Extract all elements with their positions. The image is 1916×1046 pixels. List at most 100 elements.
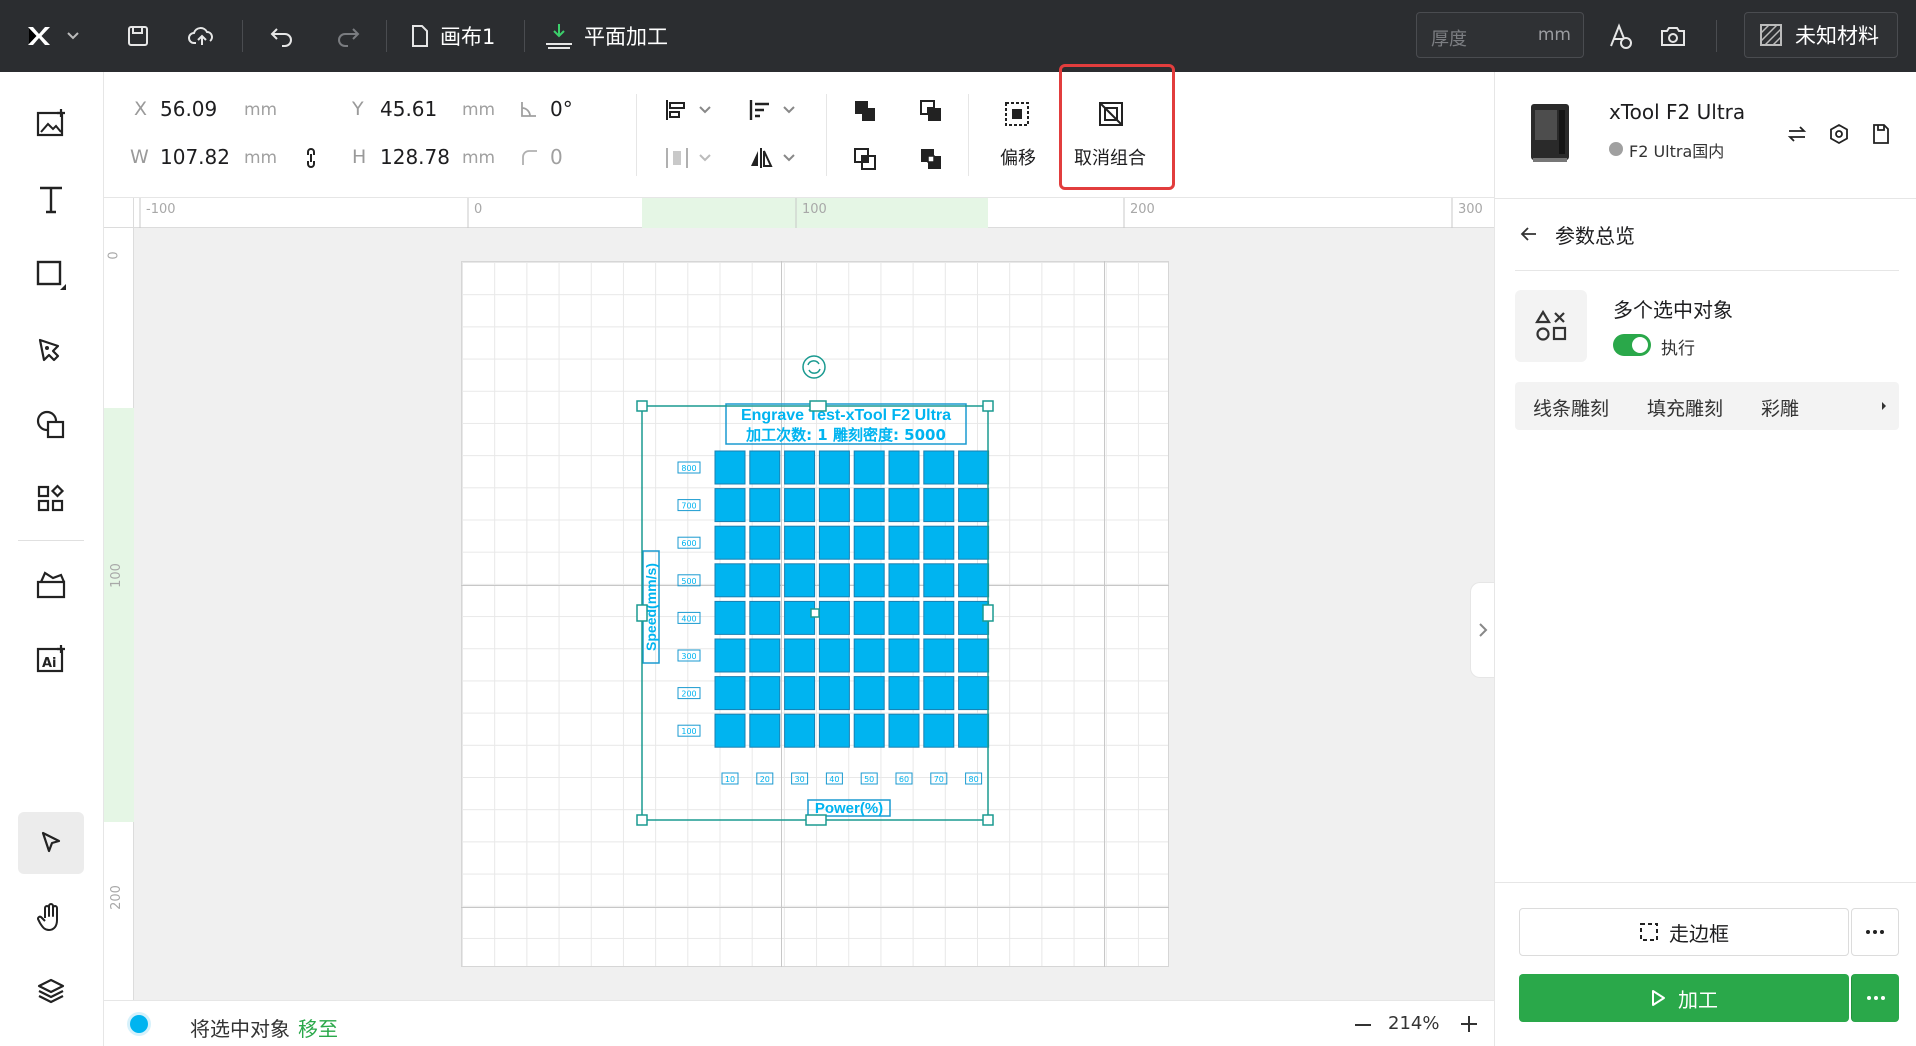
processing-mode-button[interactable]: 平面加工 [544,18,668,54]
grid-apps-icon [37,484,65,512]
flip-dropdown[interactable] [742,144,802,172]
select-tool[interactable] [18,812,84,874]
test-cell [923,676,955,711]
x-unit: mm [244,100,278,120]
align-dropdown[interactable] [658,96,718,124]
test-cell [784,450,816,485]
x-value-input[interactable]: 56.09 [160,97,217,121]
insert-image-tool[interactable] [18,92,84,154]
device-settings-button[interactable] [1827,122,1851,146]
width-input[interactable]: 107.82 [160,145,230,169]
text-tool[interactable] [18,168,84,230]
thickness-input[interactable]: 厚度 mm [1416,12,1584,58]
element-library-tool[interactable] [18,394,84,456]
subtract-icon [920,100,941,121]
engrave-test-design[interactable]: 800 700 600 500 400 300 200 100 10 20 30 40 50 60 70 8… [104,198,1494,1000]
height-input[interactable]: 128.78 [380,145,450,169]
test-cell [853,600,885,635]
test-grid-cells [714,450,990,748]
arrow-left-icon [1520,227,1536,241]
hand-tool[interactable] [18,886,84,948]
flip-icon [751,148,773,168]
test-cell [888,488,920,523]
save-button[interactable] [118,18,158,54]
distribute-dropdown[interactable] [742,96,802,124]
rotation-input[interactable]: 0° [550,97,573,121]
intersect-button[interactable] [848,144,882,174]
test-cell [888,450,920,485]
test-cell [853,638,885,673]
power-label: 40 [829,775,839,784]
execute-toggle[interactable] [1613,334,1651,356]
process-more-button[interactable] [1851,974,1899,1022]
cursor-arrow-icon [41,831,61,853]
layers-tool[interactable] [18,960,84,1022]
back-button[interactable] [1517,222,1541,246]
process-button[interactable]: 加工 [1519,974,1849,1022]
collapse-panel-button[interactable] [1470,582,1494,678]
ai-tool[interactable]: Ai [18,628,84,690]
tabs-scroll-right[interactable] [1877,398,1891,414]
hand-icon [37,903,58,931]
pen-tool[interactable] [18,320,84,382]
test-cell [958,450,990,485]
move-to-link[interactable]: 移至 [298,1017,338,1041]
corner-radius-input[interactable]: 0 [550,145,563,169]
offset-button[interactable]: 偏移 [1000,144,1036,170]
test-cell [923,638,955,673]
lock-ratio-icon[interactable] [300,146,322,170]
apps-tool[interactable] [18,468,84,530]
subtract-button[interactable] [914,96,948,126]
test-cell [818,600,850,635]
device-save-button[interactable] [1869,122,1893,146]
cloud-upload-button[interactable] [180,18,224,54]
test-cell [923,488,955,523]
y-value-input[interactable]: 45.61 [380,97,437,121]
zoom-level[interactable]: 214% [1388,1013,1439,1034]
canvas-name-tab[interactable]: 画布1 [410,18,495,54]
tab-line-engrave[interactable]: 线条雕刻 [1533,394,1609,421]
speed-label: 300 [681,652,696,661]
chevron-down-icon [699,154,711,162]
app-menu-button[interactable] [18,18,88,54]
test-cell [714,525,746,560]
zoom-in-button[interactable] [1458,1013,1480,1035]
rectangle-icon [36,260,66,290]
projects-tool[interactable] [18,554,84,616]
frame-more-button[interactable] [1851,908,1899,956]
material-select[interactable]: 未知材料 [1744,12,1898,58]
rotate-handle[interactable] [802,355,826,379]
exclude-icon [921,149,941,169]
test-cell [749,676,781,711]
status-message: 将选中对象 移至 [190,1017,338,1041]
exclude-button[interactable] [914,144,948,174]
arrange-dropdown[interactable] [658,144,718,172]
test-cell [958,676,990,711]
camera-icon [1661,27,1685,46]
device-image [1521,100,1577,166]
undo-button[interactable] [262,18,302,54]
design-canvas[interactable]: -100 0 100 200 300 0 100 200 800 700 600 50… [104,198,1494,1000]
zoom-out-button[interactable] [1352,1015,1374,1035]
speed-label: 200 [681,690,696,699]
test-cell [958,638,990,673]
w-label: W [130,146,149,168]
test-cell [853,563,885,598]
frame-dashed-icon [1640,923,1658,941]
tab-color-engrave[interactable]: 彩雕 [1761,394,1799,421]
w-unit: mm [244,148,278,168]
auto-measure-button[interactable] [1598,18,1640,54]
frame-button[interactable]: 走边框 [1519,908,1849,956]
shape-tool[interactable] [18,244,84,306]
tab-fill-engrave[interactable]: 填充雕刻 [1647,394,1723,421]
test-cell [888,563,920,598]
processing-mode-label: 平面加工 [584,25,668,49]
test-cell [749,638,781,673]
text-icon [40,186,62,214]
test-cell [958,525,990,560]
redo-button[interactable] [328,18,368,54]
union-button[interactable] [848,96,882,126]
test-cell [714,600,746,635]
camera-button[interactable] [1652,18,1694,54]
switch-device-button[interactable] [1785,122,1809,146]
